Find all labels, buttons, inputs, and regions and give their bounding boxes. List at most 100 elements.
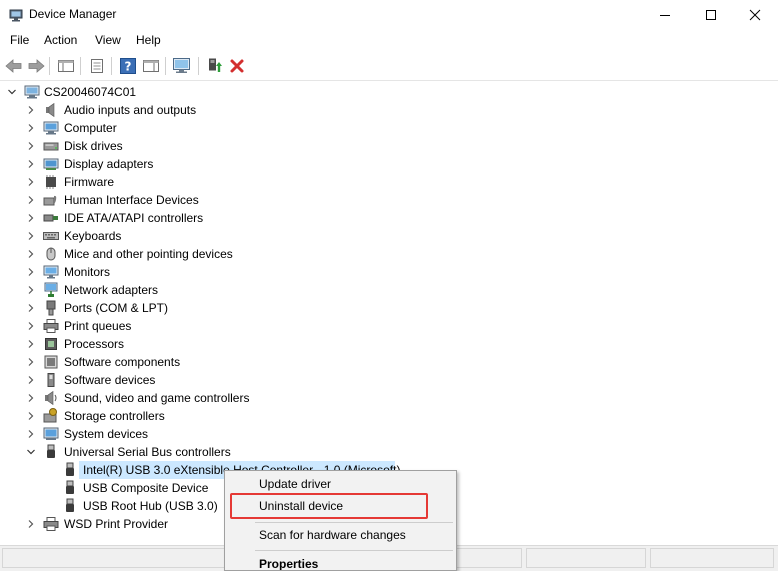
tree-category[interactable]: Processors [0, 335, 778, 353]
menu-view[interactable]: View [95, 33, 121, 47]
forward-button[interactable] [26, 56, 46, 76]
tree-category[interactable]: Monitors [0, 263, 778, 281]
device-manager-icon [9, 9, 23, 22]
svg-text:?: ? [125, 60, 132, 74]
collapsed-chevron-icon[interactable] [25, 212, 37, 224]
tree-category[interactable]: Keyboards [0, 227, 778, 245]
category-label: Ports (COM & LPT) [64, 301, 169, 315]
device-label: USB Composite Device [83, 481, 209, 495]
usb-device-icon [66, 462, 74, 476]
firmware-chip-icon [46, 175, 56, 189]
collapsed-chevron-icon[interactable] [25, 140, 37, 152]
collapsed-chevron-icon[interactable] [25, 266, 37, 278]
show-hide-console-tree-button[interactable] [56, 56, 76, 76]
update-driver-button[interactable] [205, 56, 225, 76]
hid-icon [43, 195, 57, 206]
category-label: Human Interface Devices [64, 193, 199, 207]
usb-device-icon [66, 480, 74, 494]
category-label: Universal Serial Bus controllers [64, 445, 231, 459]
collapsed-chevron-icon[interactable] [25, 284, 37, 296]
collapsed-chevron-icon[interactable] [25, 428, 37, 440]
action-pane-button[interactable] [141, 56, 161, 76]
usb-device-icon [66, 498, 74, 512]
collapsed-chevron-icon[interactable] [25, 374, 37, 386]
category-label: Disk drives [64, 139, 123, 153]
scan-hardware-button[interactable] [172, 56, 192, 76]
tree-category[interactable]: Ports (COM & LPT) [0, 299, 778, 317]
menu-help[interactable]: Help [136, 33, 161, 47]
tree-category-usb[interactable]: Universal Serial Bus controllers [0, 443, 778, 461]
tree-category[interactable]: Mice and other pointing devices [0, 245, 778, 263]
category-label: Processors [64, 337, 125, 351]
menu-item-label: Properties [259, 557, 319, 571]
back-arrow-icon [5, 59, 22, 73]
minimize-icon [660, 15, 670, 16]
uninstall-device-button[interactable] [227, 56, 247, 76]
collapsed-chevron-icon[interactable] [25, 122, 37, 134]
collapsed-chevron-icon[interactable] [25, 248, 37, 260]
collapsed-chevron-icon[interactable] [25, 302, 37, 314]
tree-category[interactable]: Storage controllers [0, 407, 778, 425]
tree-category[interactable]: Disk drives [0, 137, 778, 155]
update-driver-icon [209, 58, 222, 72]
window-title: Device Manager [29, 7, 117, 21]
collapsed-chevron-icon[interactable] [25, 356, 37, 368]
collapsed-chevron-icon[interactable] [25, 158, 37, 170]
maximize-icon [706, 10, 716, 20]
category-label: Network adapters [64, 283, 159, 297]
category-label: Firmware [64, 175, 114, 189]
tree-category[interactable]: Audio inputs and outputs [0, 101, 778, 119]
tree-category[interactable]: Software devices [0, 371, 778, 389]
menu-action[interactable]: Action [44, 33, 77, 47]
help-button[interactable]: ? [118, 56, 138, 76]
menu-item-label: Update driver [259, 477, 332, 491]
software-component-icon [44, 355, 58, 369]
tree-category[interactable]: Sound, video and game controllers [0, 389, 778, 407]
collapsed-chevron-icon[interactable] [25, 518, 37, 530]
computer-icon [24, 85, 40, 99]
menu-item-properties[interactable]: Properties [225, 553, 456, 571]
expanded-chevron-icon[interactable] [6, 86, 18, 98]
show-hide-console-tree-icon [58, 60, 74, 72]
menu-separator [255, 550, 453, 551]
close-button[interactable] [732, 0, 778, 30]
collapsed-chevron-icon[interactable] [25, 320, 37, 332]
tree-category[interactable]: IDE ATA/ATAPI controllers [0, 209, 778, 227]
category-label: Computer [64, 121, 117, 135]
status-panel [526, 548, 646, 568]
menu-item-scan-hardware[interactable]: Scan for hardware changes [225, 524, 456, 546]
printer-icon [43, 319, 59, 333]
properties-button[interactable] [87, 56, 107, 76]
category-label: Keyboards [64, 229, 122, 243]
menu-item-update-driver[interactable]: Update driver [225, 473, 456, 495]
monitor-scan-icon [173, 58, 190, 73]
expanded-chevron-icon[interactable] [25, 446, 37, 458]
collapsed-chevron-icon[interactable] [25, 230, 37, 242]
collapsed-chevron-icon[interactable] [25, 410, 37, 422]
tree-category[interactable]: Print queues [0, 317, 778, 335]
collapsed-chevron-icon[interactable] [25, 338, 37, 350]
minimize-button[interactable] [642, 0, 688, 30]
back-button[interactable] [4, 56, 24, 76]
tree-category[interactable]: Network adapters [0, 281, 778, 299]
close-icon [749, 9, 761, 21]
tree-root[interactable]: CS20046074C01 [0, 83, 778, 101]
maximize-button[interactable] [688, 0, 734, 30]
device-label: USB Root Hub (USB 3.0) [83, 499, 218, 513]
tree-category[interactable]: Human Interface Devices [0, 191, 778, 209]
tree-category[interactable]: System devices [0, 425, 778, 443]
collapsed-chevron-icon[interactable] [25, 176, 37, 188]
collapsed-chevron-icon[interactable] [25, 392, 37, 404]
sound-icon [45, 390, 57, 406]
category-label: Monitors [64, 265, 111, 279]
collapsed-chevron-icon[interactable] [25, 104, 37, 116]
collapsed-chevron-icon[interactable] [25, 194, 37, 206]
tree-category[interactable]: Computer [0, 119, 778, 137]
menu-file[interactable]: File [10, 33, 29, 47]
category-label: Display adapters [64, 157, 154, 171]
tree-category[interactable]: Display adapters [0, 155, 778, 173]
tree-category[interactable]: Firmware [0, 173, 778, 191]
tree-category[interactable]: Software components [0, 353, 778, 371]
category-label: Software components [64, 355, 181, 369]
menu-bar: File Action View Help [0, 30, 778, 52]
